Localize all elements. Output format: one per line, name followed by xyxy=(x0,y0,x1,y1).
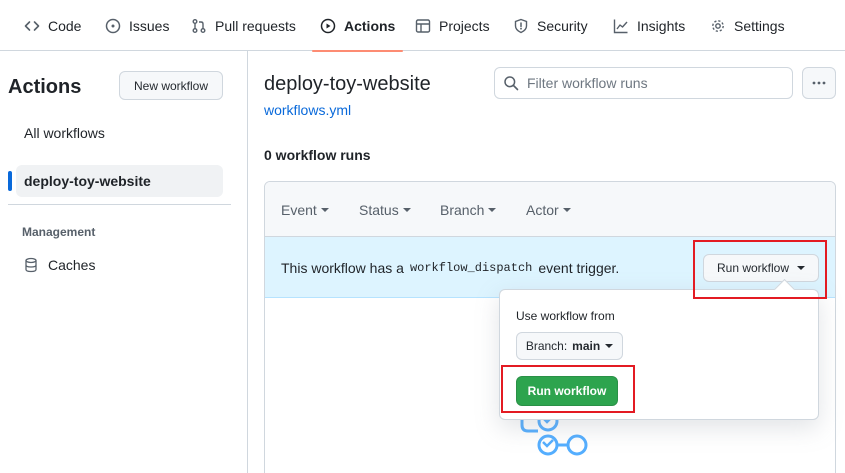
shield-icon xyxy=(514,18,528,33)
tab-settings[interactable]: Settings xyxy=(710,0,785,51)
filter-runs-field[interactable] xyxy=(494,67,793,99)
runs-filter-bar: Event Status Branch Actor xyxy=(265,182,835,237)
trigger-suffix: event trigger. xyxy=(538,260,620,276)
filter-label: Actor xyxy=(526,202,559,218)
tab-pull-requests-label: Pull requests xyxy=(215,17,296,34)
filter-status-dropdown[interactable]: Status xyxy=(359,202,411,218)
actions-sidebar: Actions New workflow All workflows deplo… xyxy=(0,51,248,473)
trigger-message: This workflow has a workflow_dispatch ev… xyxy=(281,260,619,276)
branch-prefix: Branch: xyxy=(525,339,568,353)
tab-security-label: Security xyxy=(537,17,588,34)
trigger-prefix: This workflow has a xyxy=(281,260,404,276)
database-icon xyxy=(25,257,37,273)
tab-actions-label: Actions xyxy=(344,17,396,34)
tab-settings-label: Settings xyxy=(734,17,785,34)
workflow-runs-count: 0 workflow runs xyxy=(264,147,371,163)
filter-runs-input[interactable] xyxy=(527,75,777,91)
play-circle-icon xyxy=(320,18,336,33)
caret-down-icon xyxy=(402,208,411,212)
tab-actions[interactable]: Actions xyxy=(311,0,404,52)
tab-code-label: Code xyxy=(48,17,82,34)
filter-event-dropdown[interactable]: Event xyxy=(281,202,329,218)
table-icon xyxy=(415,18,431,33)
pull-request-icon xyxy=(192,18,206,33)
sidebar-item-deploy-toy-website[interactable]: deploy-toy-website xyxy=(8,165,223,197)
caret-down-icon xyxy=(605,344,614,348)
tab-insights-label: Insights xyxy=(637,17,686,34)
sidebar-divider xyxy=(8,204,231,205)
use-workflow-from-label: Use workflow from xyxy=(516,309,615,323)
tab-projects-label: Projects xyxy=(439,17,490,34)
more-options-button[interactable] xyxy=(802,67,836,99)
tab-issues[interactable]: Issues xyxy=(105,0,169,51)
search-icon xyxy=(504,76,519,91)
management-heading: Management xyxy=(22,225,96,239)
filter-label: Status xyxy=(359,202,399,218)
tab-pull-requests[interactable]: Pull requests xyxy=(191,0,296,51)
kebab-horizontal-icon xyxy=(812,81,826,85)
highlight-box-run-submit xyxy=(501,365,635,413)
filter-branch-dropdown[interactable]: Branch xyxy=(440,202,497,218)
sidebar-item-label: All workflows xyxy=(24,125,105,141)
gear-icon xyxy=(712,19,724,32)
tab-security[interactable]: Security xyxy=(513,0,588,51)
graph-icon xyxy=(613,19,628,33)
trigger-code: workflow_dispatch xyxy=(409,261,533,275)
sidebar-item-all-workflows[interactable]: All workflows xyxy=(16,117,223,149)
tab-projects[interactable]: Projects xyxy=(415,0,490,51)
highlight-box-run-dropdown xyxy=(693,240,827,299)
sidebar-title: Actions xyxy=(8,76,82,98)
repo-nav: Code Issues Pull requests Actions Projec… xyxy=(0,0,845,52)
filter-label: Branch xyxy=(440,202,485,218)
workflow-title: deploy-toy-website xyxy=(264,73,431,95)
new-workflow-button[interactable]: New workflow xyxy=(119,71,223,100)
tab-issues-label: Issues xyxy=(129,17,170,34)
sidebar-item-caches[interactable]: Caches xyxy=(16,250,223,280)
tab-insights[interactable]: Insights xyxy=(613,0,685,51)
caret-down-icon xyxy=(488,208,497,212)
filter-actor-dropdown[interactable]: Actor xyxy=(526,202,571,218)
caret-down-icon xyxy=(562,208,571,212)
issue-circle-icon xyxy=(105,18,121,33)
code-icon xyxy=(24,20,40,31)
branch-select-button[interactable]: Branch: main xyxy=(516,332,623,360)
sidebar-item-label: deploy-toy-website xyxy=(24,173,151,189)
caches-label: Caches xyxy=(48,257,96,273)
filter-label: Event xyxy=(281,202,317,218)
caret-down-icon xyxy=(320,208,329,212)
workflow-file-link[interactable]: workflows.yml xyxy=(264,102,351,118)
branch-value: main xyxy=(572,339,601,353)
tab-code[interactable]: Code xyxy=(24,0,81,51)
